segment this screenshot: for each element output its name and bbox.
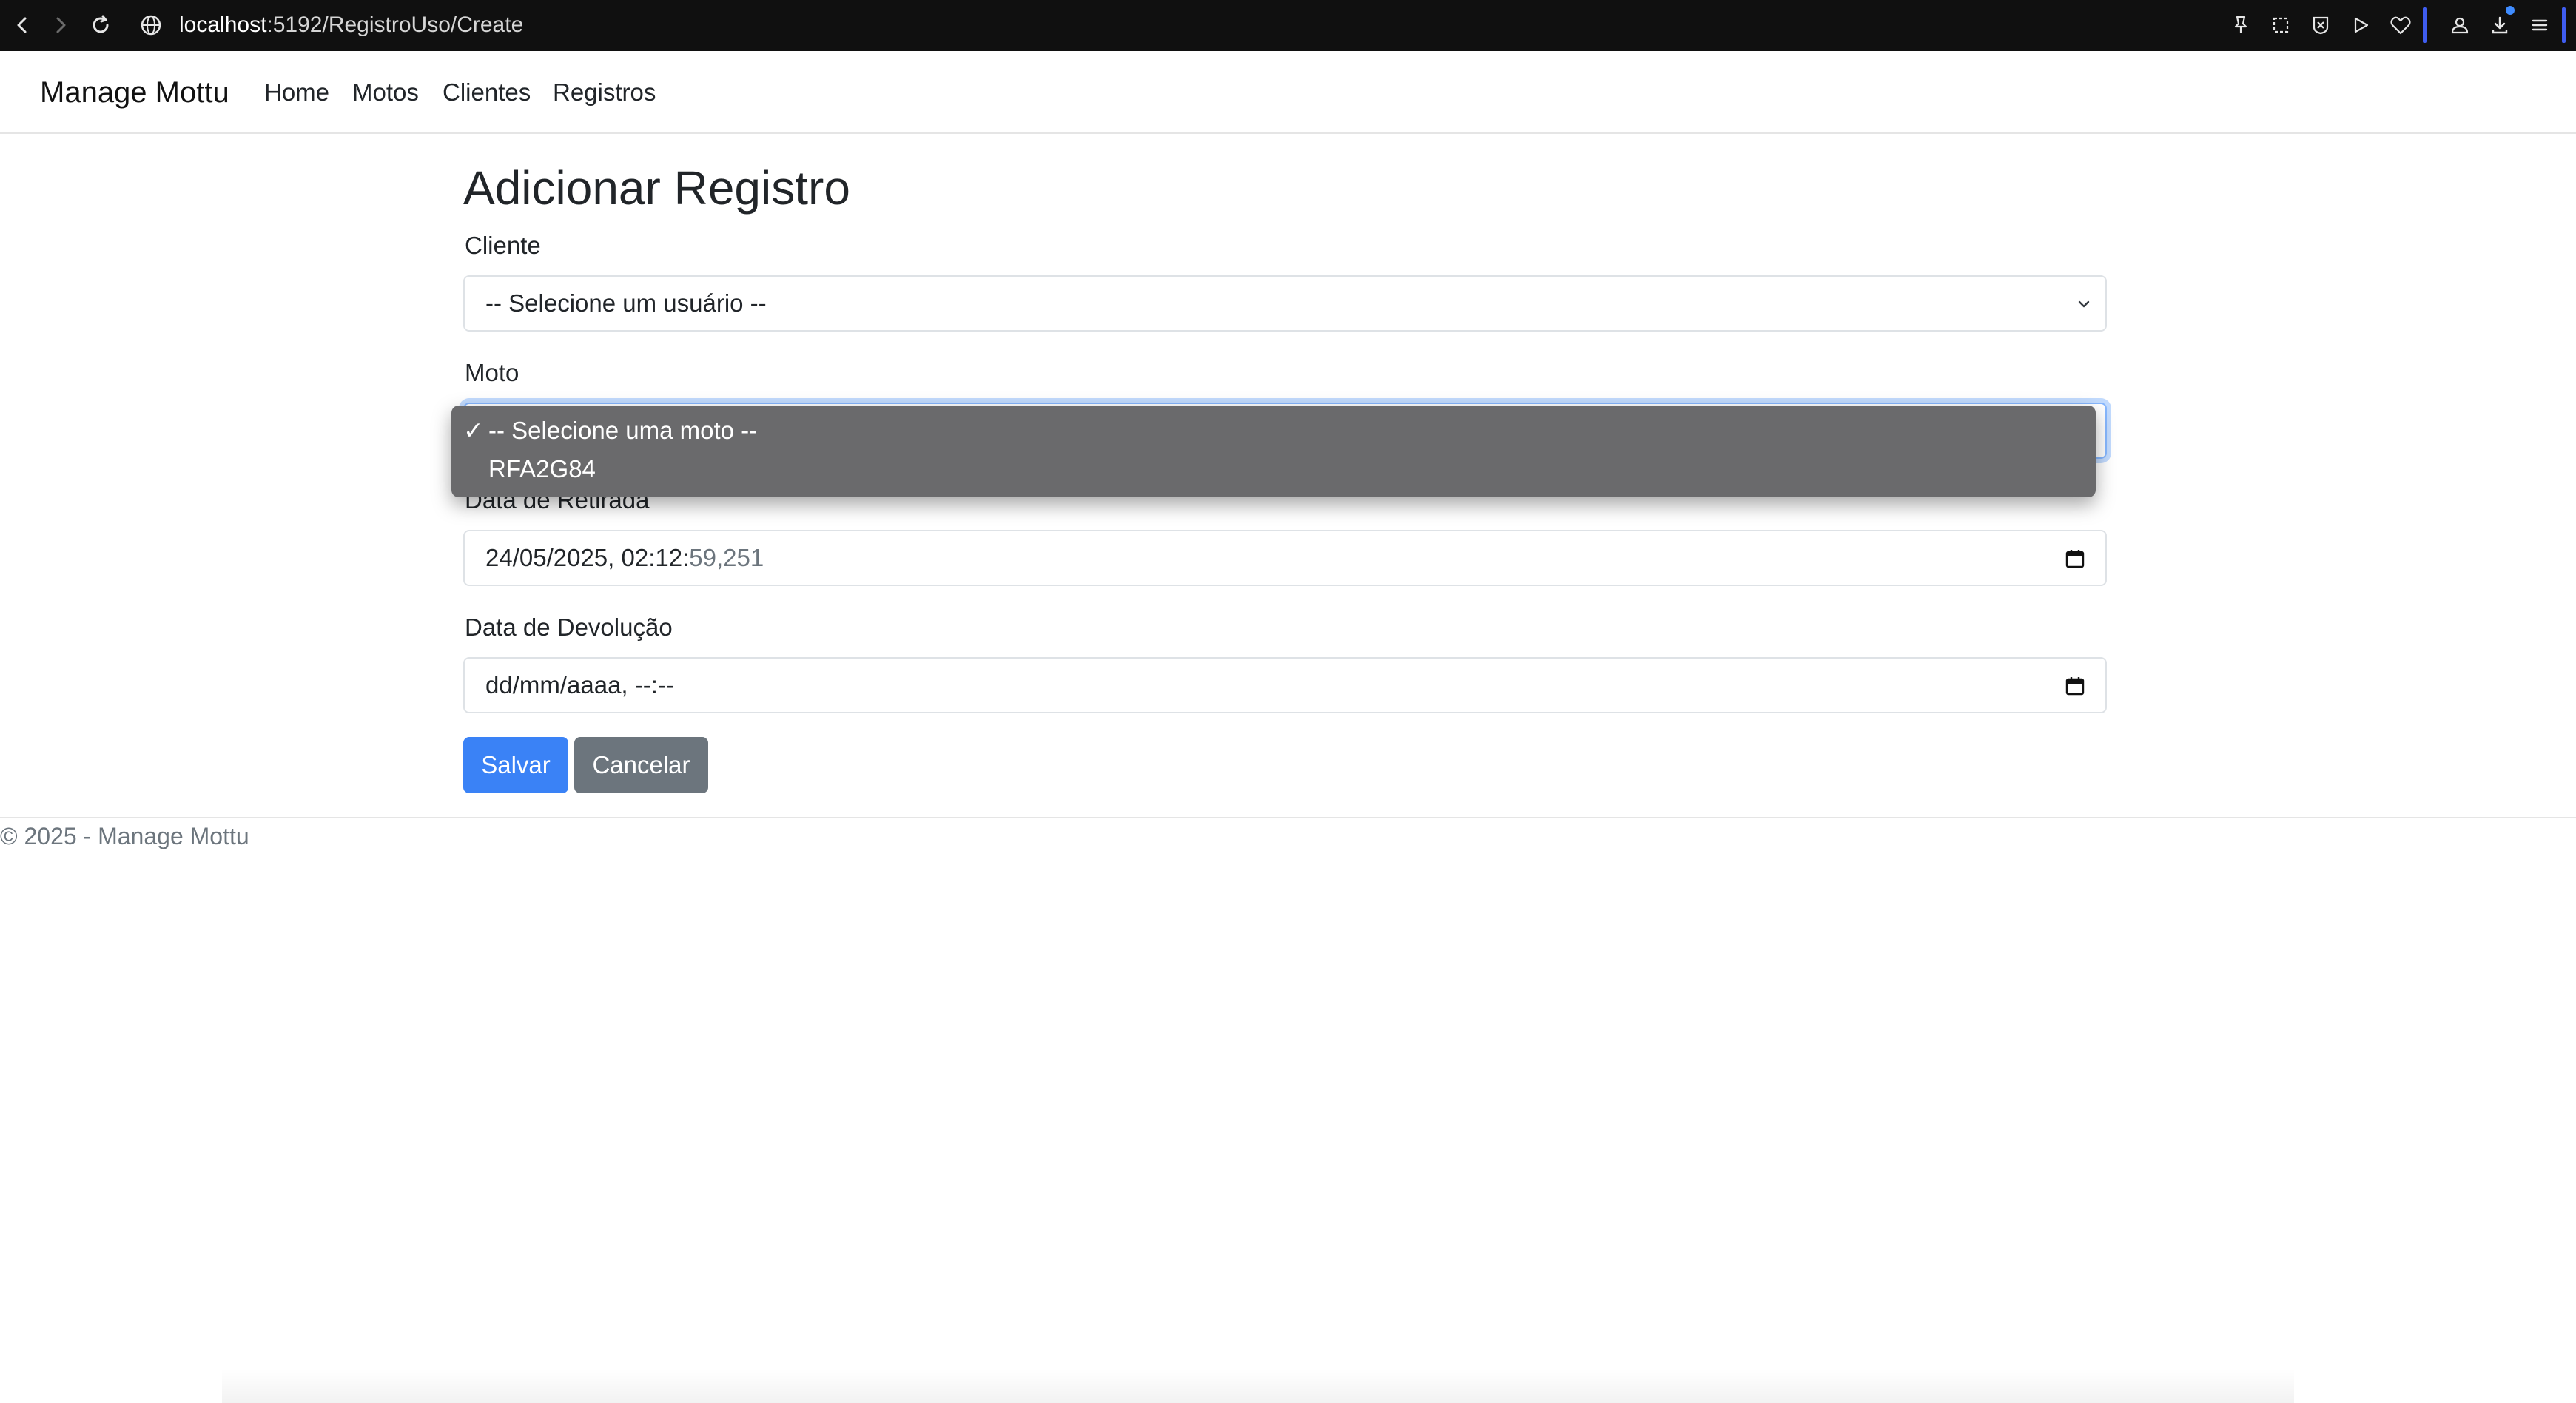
data-devolucao-label: Data de Devolução xyxy=(465,613,673,641)
back-icon[interactable] xyxy=(6,9,38,41)
shield-icon[interactable] xyxy=(2304,9,2337,41)
save-button[interactable]: Salvar xyxy=(463,737,568,793)
browser-toolbar: localhost:5192/RegistroUso/Create xyxy=(0,0,2576,51)
forward-icon[interactable] xyxy=(44,9,77,41)
nav-link-motos[interactable]: Motos xyxy=(352,51,419,134)
data-retirada-value-seconds: 59,251 xyxy=(689,544,764,571)
toolbar-divider xyxy=(2423,7,2427,43)
page-root: localhost:5192/RegistroUso/Create Manage… xyxy=(0,0,2576,1403)
screenshot-icon[interactable] xyxy=(2264,9,2297,41)
chevron-down-icon xyxy=(2076,296,2092,316)
calendar-icon[interactable] xyxy=(2064,675,2086,701)
checkmark-icon: ✓ xyxy=(463,417,484,444)
profile-icon[interactable] xyxy=(2444,9,2476,41)
cancel-button[interactable]: Cancelar xyxy=(574,737,708,793)
menu-icon[interactable] xyxy=(2523,9,2556,41)
cliente-select[interactable]: -- Selecione um usuário -- xyxy=(463,275,2107,332)
url-host: localhost xyxy=(179,13,267,37)
navbar-brand[interactable]: Manage Mottu xyxy=(40,51,229,134)
cliente-label: Cliente xyxy=(465,232,541,259)
page-title: Adicionar Registro xyxy=(463,161,850,215)
nav-link-registros[interactable]: Registros xyxy=(553,51,656,134)
moto-option-placeholder[interactable]: ✓ -- Selecione uma moto -- xyxy=(451,411,2096,450)
heart-icon[interactable] xyxy=(2384,9,2417,41)
reload-icon[interactable] xyxy=(84,9,117,41)
play-icon[interactable] xyxy=(2344,9,2377,41)
moto-option-label: RFA2G84 xyxy=(488,455,596,482)
cliente-select-value: -- Selecione um usuário -- xyxy=(485,289,767,317)
moto-label: Moto xyxy=(465,359,519,386)
calendar-icon[interactable] xyxy=(2064,548,2086,573)
data-retirada-value: 24/05/2025, 02:12:59,251 xyxy=(485,531,764,585)
pin-icon[interactable] xyxy=(2224,9,2257,41)
data-devolucao-input[interactable]: dd/mm/aaaa, --:-- xyxy=(463,657,2107,713)
bottom-edge-shadow xyxy=(222,1369,2294,1403)
toolbar-edge-divider xyxy=(2562,7,2566,43)
data-retirada-input[interactable]: 24/05/2025, 02:12:59,251 xyxy=(463,530,2107,586)
moto-option-rfa2g84[interactable]: RFA2G84 xyxy=(451,450,2096,488)
navbar: Manage Mottu Home Motos Clientes Registr… xyxy=(0,51,2576,134)
data-devolucao-placeholder: dd/mm/aaaa, --:-- xyxy=(485,671,674,699)
nav-link-clientes[interactable]: Clientes xyxy=(443,51,531,134)
address-bar[interactable]: localhost:5192/RegistroUso/Create xyxy=(179,9,523,41)
download-badge xyxy=(2506,6,2515,15)
footer-text: © 2025 - Manage Mottu xyxy=(0,823,249,849)
url-path: :5192/RegistroUso/Create xyxy=(266,13,524,37)
nav-link-home[interactable]: Home xyxy=(264,51,329,134)
moto-dropdown-list: ✓ -- Selecione uma moto -- RFA2G84 xyxy=(451,406,2096,497)
data-retirada-value-main: 24/05/2025, 02:12: xyxy=(485,544,690,571)
footer-divider xyxy=(0,817,2576,818)
moto-option-label: -- Selecione uma moto -- xyxy=(488,417,758,444)
site-info-globe-icon[interactable] xyxy=(135,9,167,41)
